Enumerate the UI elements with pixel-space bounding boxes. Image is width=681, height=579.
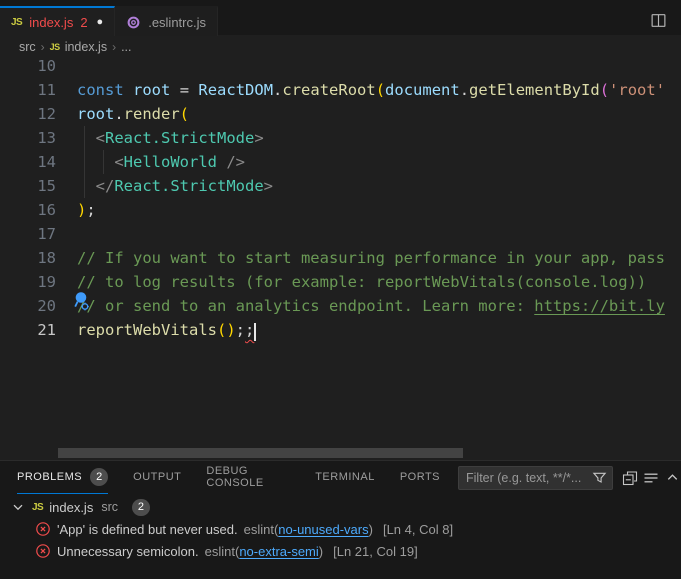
code-line[interactable]: 18 // If you want to start measuring perf… [0, 246, 681, 270]
line-number: 11 [0, 78, 56, 102]
breadcrumb-symbol[interactable]: ... [121, 40, 131, 54]
bottom-panel: PROBLEMS 2 OUTPUT DEBUG CONSOLE TERMINAL… [0, 460, 681, 579]
line-number: 18 [0, 246, 56, 270]
code-line[interactable]: 16); [0, 198, 681, 222]
code-text: </React.StrictMode> [77, 174, 273, 198]
line-number: 19 [0, 270, 56, 294]
rule-link[interactable]: no-unused-vars [278, 522, 368, 537]
collapse-all-icon[interactable] [621, 467, 639, 489]
line-number: 21 [0, 318, 56, 342]
chevron-right-icon: › [112, 40, 116, 54]
problem-message: 'App' is defined but never used. [57, 522, 238, 537]
panel-tab-debug-console[interactable]: DEBUG CONSOLE [206, 461, 290, 494]
code-text: root.render( [77, 102, 189, 126]
panel-tab-output[interactable]: OUTPUT [133, 461, 181, 494]
line-number: 12 [0, 102, 56, 126]
code-text: // to log results (for example: reportWe… [77, 270, 646, 294]
code-text: <React.StrictMode> [77, 126, 264, 150]
tab-bar-empty-space [218, 6, 681, 36]
js-file-icon: JS [32, 502, 43, 513]
breadcrumb: src › JS index.js › ... [0, 36, 681, 58]
line-number: 13 [0, 126, 56, 150]
problem-location: [Ln 4, Col 8] [383, 522, 453, 537]
indent-guide [103, 150, 104, 174]
code-line[interactable]: 17 [0, 222, 681, 246]
line-number: 10 [0, 58, 56, 78]
problem-row[interactable]: Unnecessary semicolon. eslint(no-extra-s… [0, 540, 681, 562]
breadcrumb-file[interactable]: index.js [65, 40, 107, 54]
problem-source: eslint(no-extra-semi) [205, 544, 324, 559]
line-number: 16 [0, 198, 56, 222]
problem-location: [Ln 21, Col 19] [333, 544, 418, 559]
code-editor[interactable]: 1011 const root = ReactDOM.createRoot(doc… [0, 58, 681, 460]
panel-tab-label: PROBLEMS [17, 471, 82, 483]
view-as-table-icon[interactable] [642, 467, 660, 489]
code-line[interactable]: 21 reportWebVitals();; [0, 318, 681, 342]
code-text: reportWebVitals();; [77, 318, 256, 342]
chevron-right-icon: › [41, 40, 45, 54]
problem-source: eslint(no-unused-vars) [244, 522, 373, 537]
error-icon [35, 521, 51, 537]
panel-tab-ports[interactable]: PORTS [400, 461, 440, 494]
split-editor-icon[interactable] [647, 10, 669, 32]
code-line[interactable]: 12 root.render( [0, 102, 681, 126]
modified-dot-icon[interactable]: ● [97, 17, 104, 28]
js-file-icon: JS [50, 42, 60, 52]
code-text: // If you want to start measuring perfor… [77, 246, 665, 270]
file-problems-badge: 2 [132, 499, 150, 516]
tab-label: index.js [29, 15, 73, 30]
tab-index-js[interactable]: JS index.js 2 ● [0, 6, 115, 36]
tab-error-count: 2 [80, 15, 87, 30]
code-text: ); [77, 198, 96, 222]
panel-tab-terminal[interactable]: TERMINAL [315, 461, 375, 494]
js-file-icon: JS [11, 17, 22, 28]
code-line[interactable]: 11 const root = ReactDOM.createRoot(docum… [0, 78, 681, 102]
problems-file-group[interactable]: JS index.js src 2 [0, 496, 681, 518]
breadcrumb-src[interactable]: src [19, 40, 36, 54]
chevron-down-icon[interactable] [10, 499, 26, 515]
tab-label: .eslintrc.js [148, 15, 206, 30]
line-number: 14 [0, 150, 56, 174]
code-line[interactable]: 19 // to log results (for example: report… [0, 270, 681, 294]
tab-eslintrc-js[interactable]: .eslintrc.js [115, 6, 218, 36]
problems-count-badge: 2 [90, 468, 108, 486]
line-number: 15 [0, 174, 56, 198]
indent-guide [84, 126, 85, 198]
code-line[interactable]: 10 [0, 58, 681, 78]
horizontal-scrollbar[interactable] [58, 448, 463, 458]
code-line[interactable]: 15 </React.StrictMode> [0, 174, 681, 198]
editor-tab-bar: JS index.js 2 ● .eslintrc.js [0, 0, 681, 36]
panel-toolbar: PROBLEMS 2 OUTPUT DEBUG CONSOLE TERMINAL… [0, 461, 681, 494]
problem-row[interactable]: 'App' is defined but never used. eslint(… [0, 518, 681, 540]
problems-file-dir: src [101, 500, 118, 514]
maximize-panel-icon[interactable] [663, 467, 681, 489]
rule-link[interactable]: no-extra-semi [239, 544, 318, 559]
code-line[interactable]: 13 <React.StrictMode> [0, 126, 681, 150]
problems-filter [458, 466, 613, 490]
code-line[interactable]: 20 // or send to an analytics endpoint. L… [0, 294, 681, 318]
problems-file-name: index.js [49, 500, 93, 515]
problem-message: Unnecessary semicolon. [57, 544, 199, 559]
line-number: 17 [0, 222, 56, 246]
code-text: const root = ReactDOM.createRoot(documen… [77, 78, 665, 102]
problems-list: JS index.js src 2 'App' is defined but n… [0, 494, 681, 562]
code-text: // or send to an analytics endpoint. Lea… [77, 294, 665, 318]
problems-filter-input[interactable] [466, 471, 592, 485]
eslint-file-icon [126, 15, 141, 30]
text-cursor [254, 323, 256, 341]
filter-funnel-icon [592, 470, 607, 485]
code-lines: 1011 const root = ReactDOM.createRoot(doc… [0, 58, 681, 342]
panel-tab-problems[interactable]: PROBLEMS 2 [17, 461, 108, 494]
line-number: 20 [0, 294, 56, 318]
blue-pin-gear-icon[interactable] [72, 291, 91, 313]
error-icon [35, 543, 51, 559]
